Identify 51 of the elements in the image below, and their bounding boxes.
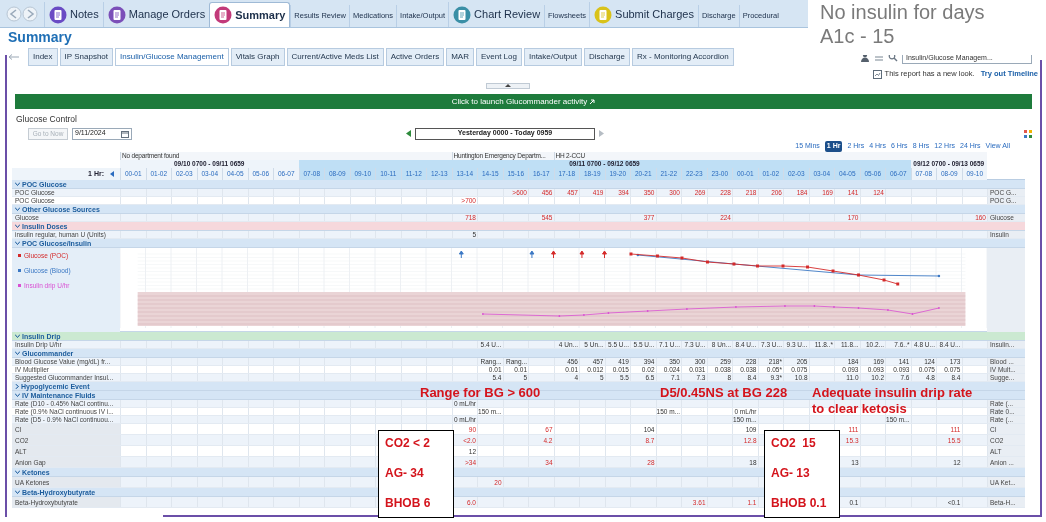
up-arrow-marker — [458, 250, 464, 259]
nav-tab[interactable]: Summary — [209, 2, 291, 27]
report-tab[interactable]: Index — [28, 48, 58, 66]
report-tab[interactable]: Insulin/Glucose Management — [115, 48, 229, 66]
section-heading: Glucose Control — [16, 113, 77, 126]
chart-icon — [872, 69, 882, 79]
report-tab[interactable]: Event Log — [475, 48, 522, 66]
up-arrow-marker — [529, 250, 535, 259]
note-text: A1c - 15 — [820, 24, 896, 48]
external-link-icon — [589, 98, 596, 105]
calendar-icon[interactable] — [121, 129, 129, 138]
chevron-down-icon[interactable] — [15, 224, 20, 228]
report-tab[interactable]: Current/Active Meds List — [286, 48, 384, 66]
chevron-down-icon[interactable] — [15, 490, 20, 494]
page-title: Summary — [8, 28, 72, 46]
chevron-down-icon[interactable] — [15, 351, 20, 355]
previous-arrow-icon[interactable] — [110, 171, 114, 177]
chevron-right-icon[interactable] — [15, 383, 19, 389]
launch-button[interactable]: Click to launch Glucommander activity — [15, 94, 1032, 109]
annotation-text: BHOB 6 — [385, 495, 432, 512]
chevron-down-icon[interactable] — [15, 393, 20, 397]
report-tab[interactable]: Active Orders — [385, 48, 445, 66]
collapse-button[interactable] — [486, 82, 530, 89]
chevron-down-icon[interactable] — [15, 241, 20, 245]
chevron-down-icon[interactable] — [15, 182, 20, 186]
caret-icon — [505, 84, 511, 87]
search-icon[interactable] — [888, 52, 898, 62]
report-tab[interactable]: Vitals Graph — [230, 48, 285, 66]
user-icon[interactable] — [860, 52, 870, 62]
annotation-text: CO2 < 2 — [385, 435, 432, 452]
previous-arrow-icon[interactable] — [406, 130, 411, 137]
report-tab[interactable]: IP Snapshot — [59, 48, 114, 66]
up-arrow-marker — [551, 250, 556, 259]
annotation-text: AG- 34 — [385, 465, 425, 482]
up-arrow-marker — [602, 250, 607, 259]
annotation-text: BHOB 0.1 — [771, 495, 828, 512]
annotation-text: Adequate insulin drip rate to clear ketosis — [812, 385, 973, 417]
grid-icon[interactable] — [1024, 129, 1032, 138]
chevron-down-icon[interactable] — [15, 207, 20, 211]
report-tab[interactable]: Discharge — [584, 48, 630, 66]
annotation-text: Range for BG > 600 — [420, 385, 541, 401]
chevron-down-icon[interactable] — [15, 470, 20, 474]
up-arrow-marker — [579, 250, 585, 259]
report-tab[interactable]: MAR — [446, 48, 474, 66]
annotation-text: CO2 15 — [771, 435, 817, 452]
annotation-text: AG- 13 — [771, 465, 811, 482]
chevron-down-icon[interactable] — [15, 334, 20, 338]
report-tab[interactable]: Intake/Output — [523, 48, 582, 66]
note-text: No insulin for days — [820, 0, 986, 24]
report-tab[interactable]: Rx - Monitoring Accordion — [632, 48, 734, 66]
annotation-text: D5/0.45NS at BG 228 — [660, 385, 788, 401]
